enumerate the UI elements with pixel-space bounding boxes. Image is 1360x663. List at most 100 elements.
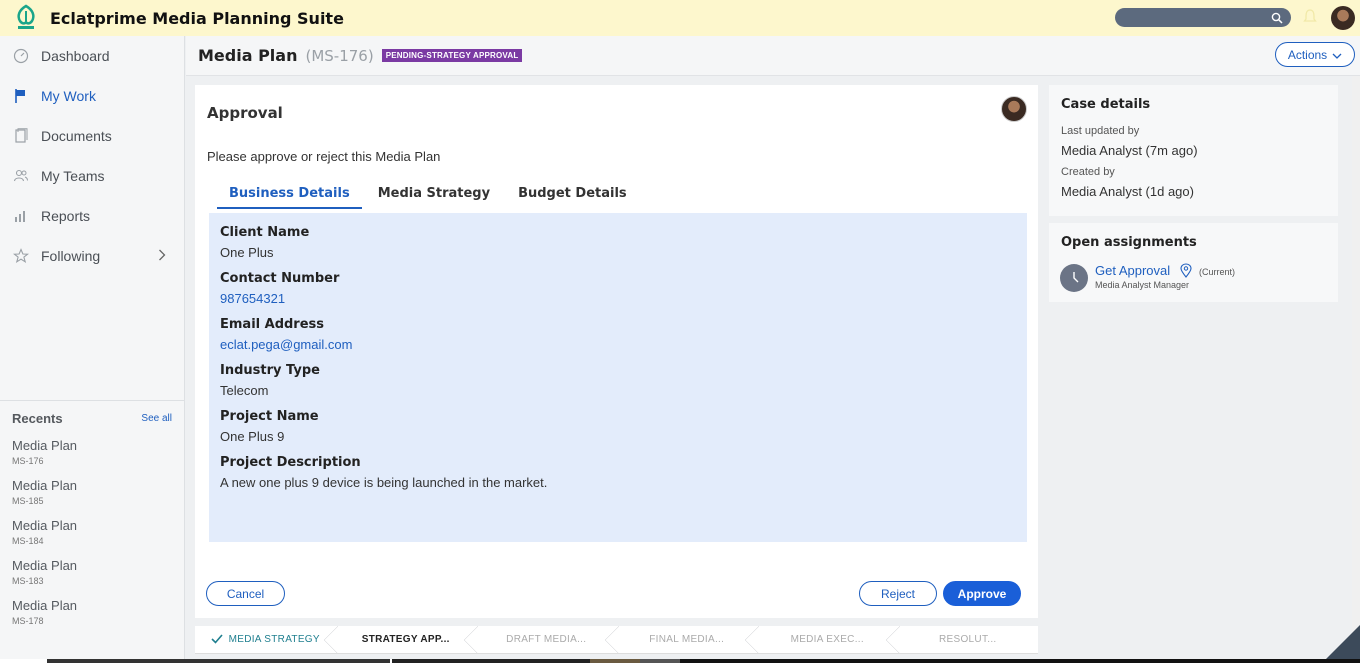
field-value: One Plus bbox=[220, 245, 274, 260]
recent-item-label: Media Plan bbox=[12, 598, 78, 613]
assignment-status: (Current) bbox=[1199, 267, 1236, 277]
recent-item-label: Media Plan bbox=[12, 518, 78, 533]
settings-corner[interactable] bbox=[1322, 625, 1360, 663]
bar-chart-icon bbox=[12, 207, 30, 225]
actions-button[interactable]: Actions bbox=[1275, 42, 1355, 67]
app-logo-icon[interactable] bbox=[12, 3, 40, 33]
case-details-panel: Case details Last updated by Media Analy… bbox=[1049, 85, 1338, 216]
industry-type-field: Industry Type Telecom bbox=[220, 363, 1016, 398]
details-tabs: Business Details Media Strategy Budget D… bbox=[217, 182, 643, 209]
sidebar-item-dashboard[interactable]: Dashboard bbox=[0, 36, 184, 76]
reject-button[interactable]: Reject bbox=[859, 581, 937, 606]
recent-item-label: Media Plan bbox=[12, 438, 78, 453]
field-label: Contact Number bbox=[220, 271, 340, 286]
recent-item-id: MS-183 bbox=[12, 576, 44, 586]
last-updated-value: Media Analyst (7m ago) bbox=[1061, 143, 1198, 158]
field-label: Industry Type bbox=[220, 363, 320, 378]
recent-item-id: MS-176 bbox=[12, 456, 44, 466]
recent-item[interactable]: Media Plan MS-176 bbox=[0, 438, 184, 466]
case-details-title: Case details bbox=[1061, 97, 1151, 112]
clock-icon bbox=[1060, 264, 1088, 292]
project-name-field: Project Name One Plus 9 bbox=[220, 409, 1016, 444]
recent-item-id: MS-185 bbox=[12, 496, 44, 506]
email-address-field: Email Address eclat.pega@gmail.com bbox=[220, 317, 1016, 352]
sidebar-item-documents[interactable]: Documents bbox=[0, 116, 184, 156]
stage-draft-media[interactable]: DRAFT MEDIA... bbox=[476, 626, 618, 653]
field-label: Client Name bbox=[220, 225, 310, 240]
recents-title: Recents bbox=[12, 411, 63, 426]
tab-budget-details[interactable]: Budget Details bbox=[506, 182, 639, 209]
chevron-down-icon bbox=[1332, 48, 1342, 62]
sidebar-item-label: Reports bbox=[41, 208, 91, 224]
taskbar-strip bbox=[0, 659, 1360, 663]
sidebar-item-following[interactable]: Following bbox=[0, 236, 184, 276]
field-value: One Plus 9 bbox=[220, 429, 285, 444]
recent-item[interactable]: Media Plan MS-183 bbox=[0, 558, 184, 586]
sidebar-item-label: Documents bbox=[41, 128, 112, 144]
chevron-right-icon[interactable] bbox=[158, 248, 166, 264]
stage-media-execution[interactable]: MEDIA EXEC... bbox=[757, 626, 899, 653]
field-label: Project Name bbox=[220, 409, 319, 424]
see-all-link[interactable]: See all bbox=[141, 413, 172, 424]
assignment-link[interactable]: Get Approval bbox=[1095, 263, 1170, 278]
created-by-label: Created by bbox=[1061, 166, 1115, 178]
gauge-icon bbox=[12, 47, 30, 65]
sidebar-item-my-work[interactable]: My Work bbox=[0, 76, 184, 116]
tab-business-details[interactable]: Business Details bbox=[217, 182, 362, 209]
sidebar-item-label: Dashboard bbox=[41, 48, 110, 64]
recent-item[interactable]: Media Plan MS-185 bbox=[0, 478, 184, 506]
recent-item[interactable]: Media Plan MS-184 bbox=[0, 518, 184, 546]
stage-label: DRAFT MEDIA... bbox=[506, 634, 587, 645]
stage-label: RESOLUT... bbox=[939, 634, 997, 645]
field-value: A new one plus 9 device is being launche… bbox=[220, 475, 548, 490]
open-assignments-title: Open assignments bbox=[1061, 235, 1197, 250]
document-icon bbox=[12, 127, 30, 145]
created-by-value: Media Analyst (1d ago) bbox=[1061, 184, 1194, 199]
bell-icon[interactable] bbox=[1303, 9, 1317, 25]
sidebar-item-my-teams[interactable]: My Teams bbox=[0, 156, 184, 196]
scrollbar[interactable] bbox=[1352, 76, 1360, 663]
actions-label: Actions bbox=[1287, 47, 1328, 62]
app-title: Eclatprime Media Planning Suite bbox=[50, 8, 344, 28]
cancel-button[interactable]: Cancel bbox=[206, 581, 285, 606]
approve-button[interactable]: Approve bbox=[943, 581, 1021, 606]
contact-number-field: Contact Number 987654321 bbox=[220, 271, 1016, 306]
assignee-avatar bbox=[1001, 96, 1027, 122]
assignment-role: Media Analyst Manager bbox=[1095, 280, 1190, 290]
recent-item-label: Media Plan bbox=[12, 558, 78, 573]
sidebar-item-label: Following bbox=[41, 248, 101, 264]
sidebar-item-label: My Work bbox=[41, 88, 96, 104]
user-avatar[interactable] bbox=[1331, 6, 1355, 30]
check-icon bbox=[211, 633, 223, 647]
project-description-field: Project Description A new one plus 9 dev… bbox=[220, 455, 1016, 490]
approval-title: Approval bbox=[207, 104, 283, 122]
stage-label: FINAL MEDIA... bbox=[649, 634, 725, 645]
stage-final-media[interactable]: FINAL MEDIA... bbox=[617, 626, 759, 653]
stage-media-strategy[interactable]: MEDIA STRATEGY bbox=[195, 626, 337, 653]
search-input[interactable] bbox=[1115, 8, 1291, 27]
approval-card: Approval Please approve or reject this M… bbox=[195, 85, 1038, 618]
field-value: Telecom bbox=[220, 383, 269, 398]
search-icon[interactable] bbox=[1271, 11, 1283, 29]
tab-media-strategy[interactable]: Media Strategy bbox=[366, 182, 502, 209]
instructions-text: Please approve or reject this Media Plan bbox=[207, 149, 441, 164]
email-link[interactable]: eclat.pega@gmail.com bbox=[220, 337, 1016, 352]
star-icon bbox=[12, 247, 30, 265]
page-title: Media Plan bbox=[198, 46, 298, 65]
recent-item-id: MS-184 bbox=[12, 536, 44, 546]
stage-progress-bar: MEDIA STRATEGY STRATEGY APP... DRAFT MED… bbox=[195, 626, 1038, 654]
last-updated-label: Last updated by bbox=[1061, 125, 1140, 137]
recent-item-label: Media Plan bbox=[12, 478, 78, 493]
recent-item[interactable]: Media Plan MS-178 bbox=[0, 598, 184, 626]
stage-resolution[interactable]: RESOLUT... bbox=[898, 626, 1039, 653]
users-icon bbox=[12, 167, 30, 185]
stage-strategy-approval[interactable]: STRATEGY APP... bbox=[336, 626, 478, 653]
sidebar-item-reports[interactable]: Reports bbox=[0, 196, 184, 236]
recent-item-id: MS-178 bbox=[12, 616, 44, 626]
stage-label: STRATEGY APP... bbox=[361, 634, 450, 645]
top-bar: Eclatprime Media Planning Suite bbox=[0, 0, 1360, 36]
stage-label: MEDIA EXEC... bbox=[790, 634, 864, 645]
sidebar: Dashboard My Work Documents My Teams Rep… bbox=[0, 36, 185, 663]
phone-link[interactable]: 987654321 bbox=[220, 291, 1016, 306]
case-id: (MS-176) bbox=[305, 46, 374, 65]
